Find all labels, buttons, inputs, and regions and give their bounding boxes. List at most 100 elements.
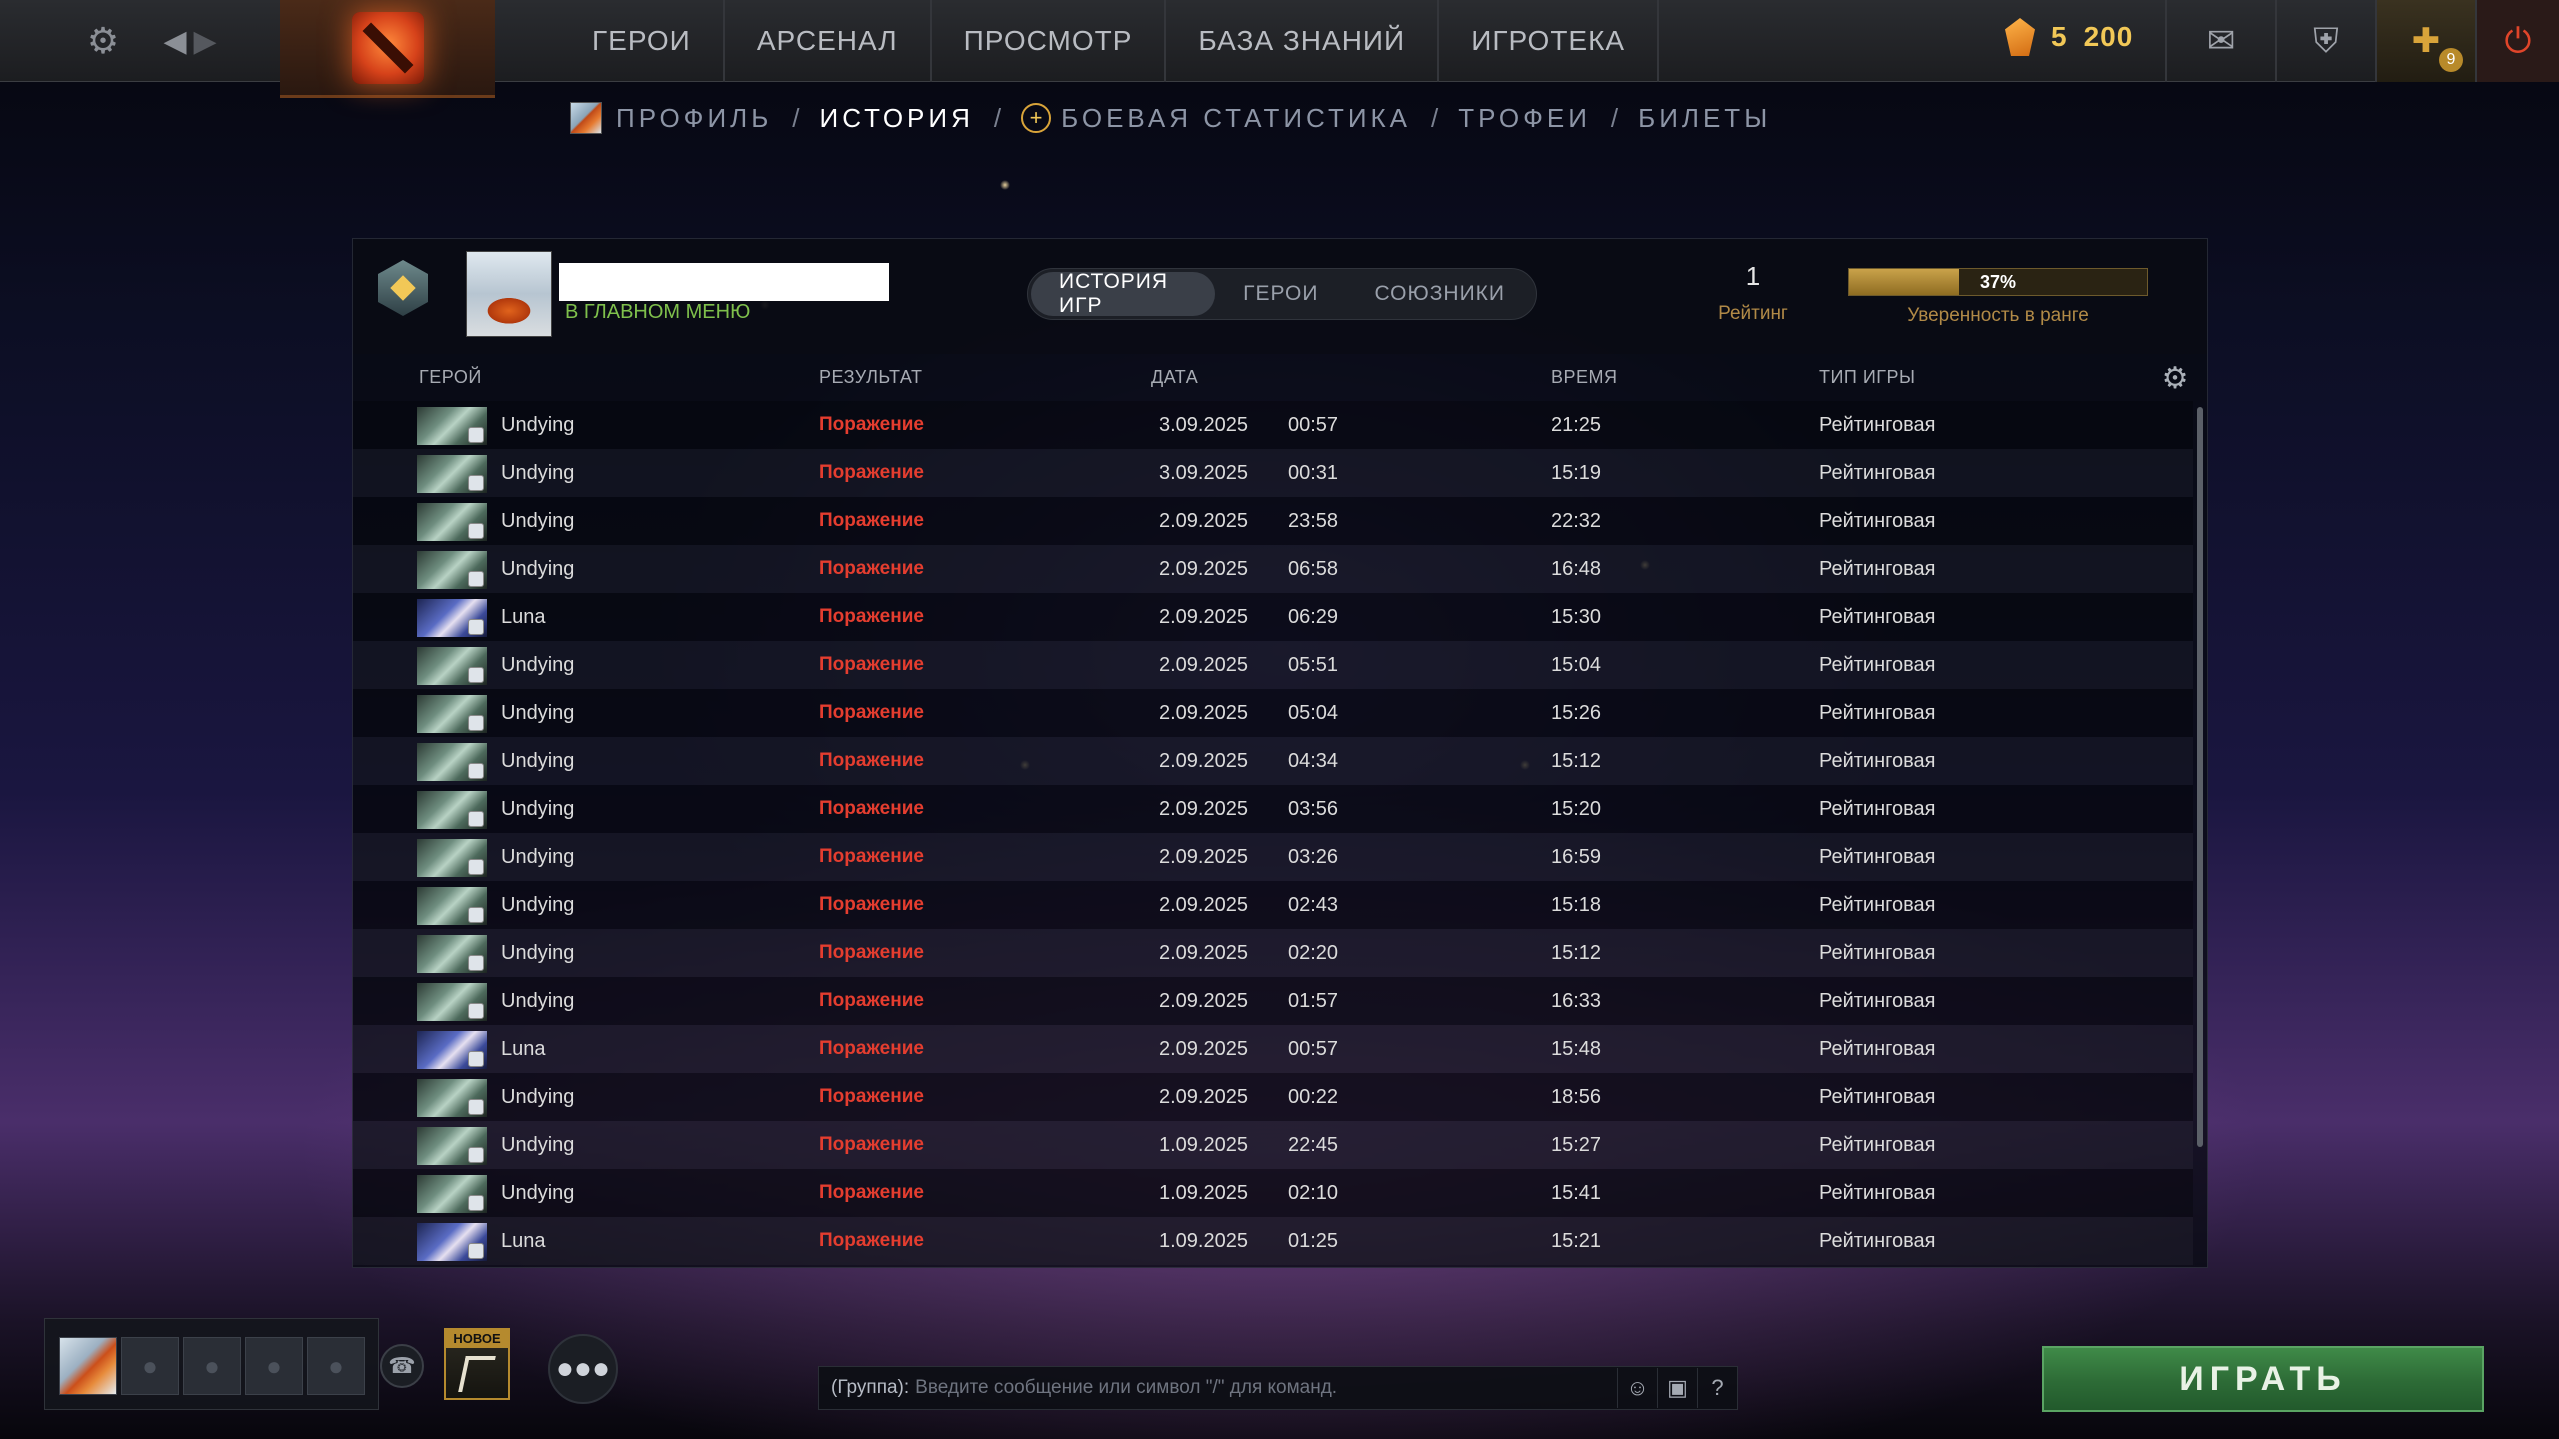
avatar[interactable] bbox=[59, 1337, 117, 1395]
gear-icon[interactable]: ⚙ bbox=[78, 16, 128, 66]
match-date: 2.09.2025 bbox=[1159, 702, 1248, 724]
table-row[interactable]: Undying Поражение 1.09.2025 02:10 15:41 Рейти… bbox=[353, 1169, 2193, 1217]
party-slot-empty[interactable]: ● bbox=[245, 1337, 303, 1395]
table-row[interactable]: Undying Поражение 2.09.2025 03:26 16:59 Рейти… bbox=[353, 833, 2193, 881]
currency-display[interactable]: 5 200 bbox=[2005, 18, 2133, 56]
table-row[interactable]: Undying Поражение 2.09.2025 03:56 15:20 Рейти… bbox=[353, 785, 2193, 833]
tab-match-history[interactable]: ИСТОРИЯ ИГР bbox=[1031, 270, 1216, 317]
table-row[interactable]: Undying Поражение 2.09.2025 02:43 15:18 Рейти… bbox=[353, 881, 2193, 929]
table-row[interactable]: Undying Поражение 2.09.2025 04:34 15:12 Рейти… bbox=[353, 737, 2193, 785]
hero-portrait-icon bbox=[417, 1079, 487, 1117]
hero-portrait-icon bbox=[417, 599, 487, 637]
avatar[interactable] bbox=[466, 251, 552, 337]
match-date: 1.09.2025 bbox=[1159, 1182, 1248, 1204]
column-duration[interactable]: ВРЕМЯ bbox=[1551, 367, 1618, 388]
voice-chat-icon[interactable]: ☎ bbox=[380, 1344, 424, 1388]
game-mode: Рейтинговая bbox=[1819, 462, 1936, 484]
table-row[interactable]: Undying Поражение 2.09.2025 05:04 15:26 Рейти… bbox=[353, 689, 2193, 737]
subnav-trophies[interactable]: ТРОФЕИ bbox=[1458, 103, 1591, 134]
scrollbar[interactable] bbox=[2197, 407, 2203, 1147]
forward-icon[interactable]: ▶ bbox=[180, 16, 230, 66]
match-duration: 15:19 bbox=[1551, 462, 1602, 484]
table-row[interactable]: Undying Поражение 1.09.2025 22:45 15:27 Рейти… bbox=[353, 1121, 2193, 1169]
game-mode: Рейтинговая bbox=[1819, 1230, 1936, 1252]
party-slot-empty[interactable]: ● bbox=[183, 1337, 241, 1395]
table-row[interactable]: Undying Поражение 2.09.2025 05:51 15:04 Рейти… bbox=[353, 641, 2193, 689]
party-slot-empty[interactable]: ● bbox=[121, 1337, 179, 1395]
chat-wheel-icon[interactable]: ▣ bbox=[1657, 1368, 1697, 1408]
mail-icon[interactable]: ✉ bbox=[2165, 0, 2275, 82]
match-date: 2.09.2025 bbox=[1159, 510, 1248, 532]
subnav-separator: / bbox=[1431, 102, 1439, 133]
nav-learn[interactable]: БАЗА ЗНАНИЙ bbox=[1166, 0, 1440, 82]
subnav-history[interactable]: ИСТОРИЯ bbox=[820, 103, 974, 134]
dota-logo-button[interactable] bbox=[280, 0, 495, 98]
match-start-time: 05:04 bbox=[1288, 702, 1339, 724]
subnav-profile[interactable]: ПРОФИЛЬ bbox=[616, 103, 772, 134]
rating-value: 1 bbox=[1745, 261, 1761, 291]
plus-badge: 9 bbox=[2439, 48, 2463, 72]
dota-plus-tile[interactable]: НОВОЕ bbox=[444, 1328, 510, 1400]
match-result: Поражение bbox=[819, 1230, 924, 1251]
hero-name: Undying bbox=[501, 894, 575, 916]
table-row[interactable]: Undying Поражение 2.09.2025 02:20 15:12 Рейти… bbox=[353, 929, 2193, 977]
subnav-tickets[interactable]: БИЛЕТЫ bbox=[1638, 103, 1771, 134]
rank-medal-icon[interactable] bbox=[373, 253, 433, 323]
hero-portrait-icon bbox=[417, 839, 487, 877]
hero-portrait-icon bbox=[417, 1031, 487, 1069]
hero-name: Luna bbox=[501, 1230, 546, 1252]
nav-watch[interactable]: ПРОСМОТР bbox=[932, 0, 1167, 82]
nav-arcade[interactable]: ИГРОТЕКА bbox=[1439, 0, 1660, 82]
dota-plus-icon: ✚ bbox=[2411, 22, 2441, 60]
match-date: 2.09.2025 bbox=[1159, 1038, 1248, 1060]
match-duration: 15:30 bbox=[1551, 606, 1602, 628]
hero-name: Undying bbox=[501, 846, 575, 868]
hero-portrait-icon bbox=[417, 1223, 487, 1261]
subnav-separator: / bbox=[993, 102, 1002, 133]
tab-allies[interactable]: СОЮЗНИКИ bbox=[1346, 272, 1533, 316]
column-hero[interactable]: ГЕРОЙ bbox=[419, 367, 482, 388]
table-row[interactable]: Luna Поражение 2.09.2025 00:57 15:48 Рейтинго… bbox=[353, 1025, 2193, 1073]
nav-arsenal[interactable]: АРСЕНАЛ bbox=[725, 0, 932, 82]
party-slot-empty[interactable]: ● bbox=[307, 1337, 365, 1395]
power-icon[interactable]: ⏻ bbox=[2475, 0, 2559, 82]
emoji-icon[interactable]: ☺ bbox=[1617, 1368, 1657, 1408]
column-date[interactable]: ДАТА bbox=[1151, 367, 1198, 388]
table-row[interactable]: Undying Поражение 3.09.2025 00:31 15:19 Рейти… bbox=[353, 449, 2193, 497]
match-start-time: 03:56 bbox=[1288, 798, 1339, 820]
game-mode: Рейтинговая bbox=[1819, 606, 1936, 628]
match-duration: 15:12 bbox=[1551, 750, 1602, 772]
column-result[interactable]: РЕЗУЛЬТАТ bbox=[819, 367, 922, 388]
tab-heroes[interactable]: ГЕРОИ bbox=[1215, 272, 1346, 316]
armory-icon[interactable]: ⛨ bbox=[2275, 0, 2375, 82]
hero-name: Undying bbox=[501, 558, 575, 580]
help-button[interactable]: ? bbox=[1697, 1368, 1737, 1408]
hero-portrait-icon bbox=[417, 695, 487, 733]
dota-plus-button[interactable]: ✚ 9 bbox=[2375, 0, 2475, 82]
game-mode: Рейтинговая bbox=[1819, 990, 1936, 1012]
table-row[interactable]: Luna Поражение 1.09.2025 01:25 15:21 Рейтинго… bbox=[353, 1217, 2193, 1265]
play-button[interactable]: ИГРАТЬ bbox=[2042, 1346, 2484, 1412]
table-row[interactable]: Undying Поражение 3.09.2025 00:57 21:25 Рейти… bbox=[353, 401, 2193, 449]
match-date: 2.09.2025 bbox=[1159, 846, 1248, 868]
profile-header: В ГЛАВНОМ МЕНЮ ИСТОРИЯ ИГР ГЕРОИ СОЮЗНИК… bbox=[353, 239, 2207, 354]
column-mode[interactable]: ТИП ИГРЫ bbox=[1819, 367, 1916, 388]
table-row[interactable]: Undying Поражение 2.09.2025 23:58 22:32 Рейти… bbox=[353, 497, 2193, 545]
match-date: 2.09.2025 bbox=[1159, 942, 1248, 964]
game-mode: Рейтинговая bbox=[1819, 942, 1936, 964]
table-row[interactable]: Undying Поражение 2.09.2025 01:57 16:33 Рейти… bbox=[353, 977, 2193, 1025]
table-row[interactable]: Undying Поражение 2.09.2025 00:22 18:56 Рейти… bbox=[353, 1073, 2193, 1121]
chat-channel[interactable]: (Группа): bbox=[831, 1377, 909, 1399]
match-result: Поражение bbox=[819, 798, 924, 819]
table-row[interactable]: Undying Поражение 2.09.2025 06:58 16:48 Рейти… bbox=[353, 545, 2193, 593]
dota-logo bbox=[351, 11, 424, 84]
nav-heroes[interactable]: ГЕРОИ bbox=[560, 0, 725, 82]
gear-icon[interactable]: ⚙ bbox=[2162, 361, 2189, 396]
match-date: 2.09.2025 bbox=[1159, 798, 1248, 820]
match-start-time: 00:57 bbox=[1288, 1038, 1339, 1060]
subnav-battle-stats[interactable]: БОЕВАЯ СТАТИСТИКА bbox=[1061, 103, 1411, 134]
chat-input[interactable] bbox=[915, 1377, 1617, 1399]
friends-icon[interactable]: ●●● bbox=[548, 1334, 618, 1404]
table-row[interactable]: Luna Поражение 2.09.2025 06:29 15:30 Рейтинго… bbox=[353, 593, 2193, 641]
match-start-time: 02:20 bbox=[1288, 942, 1339, 964]
